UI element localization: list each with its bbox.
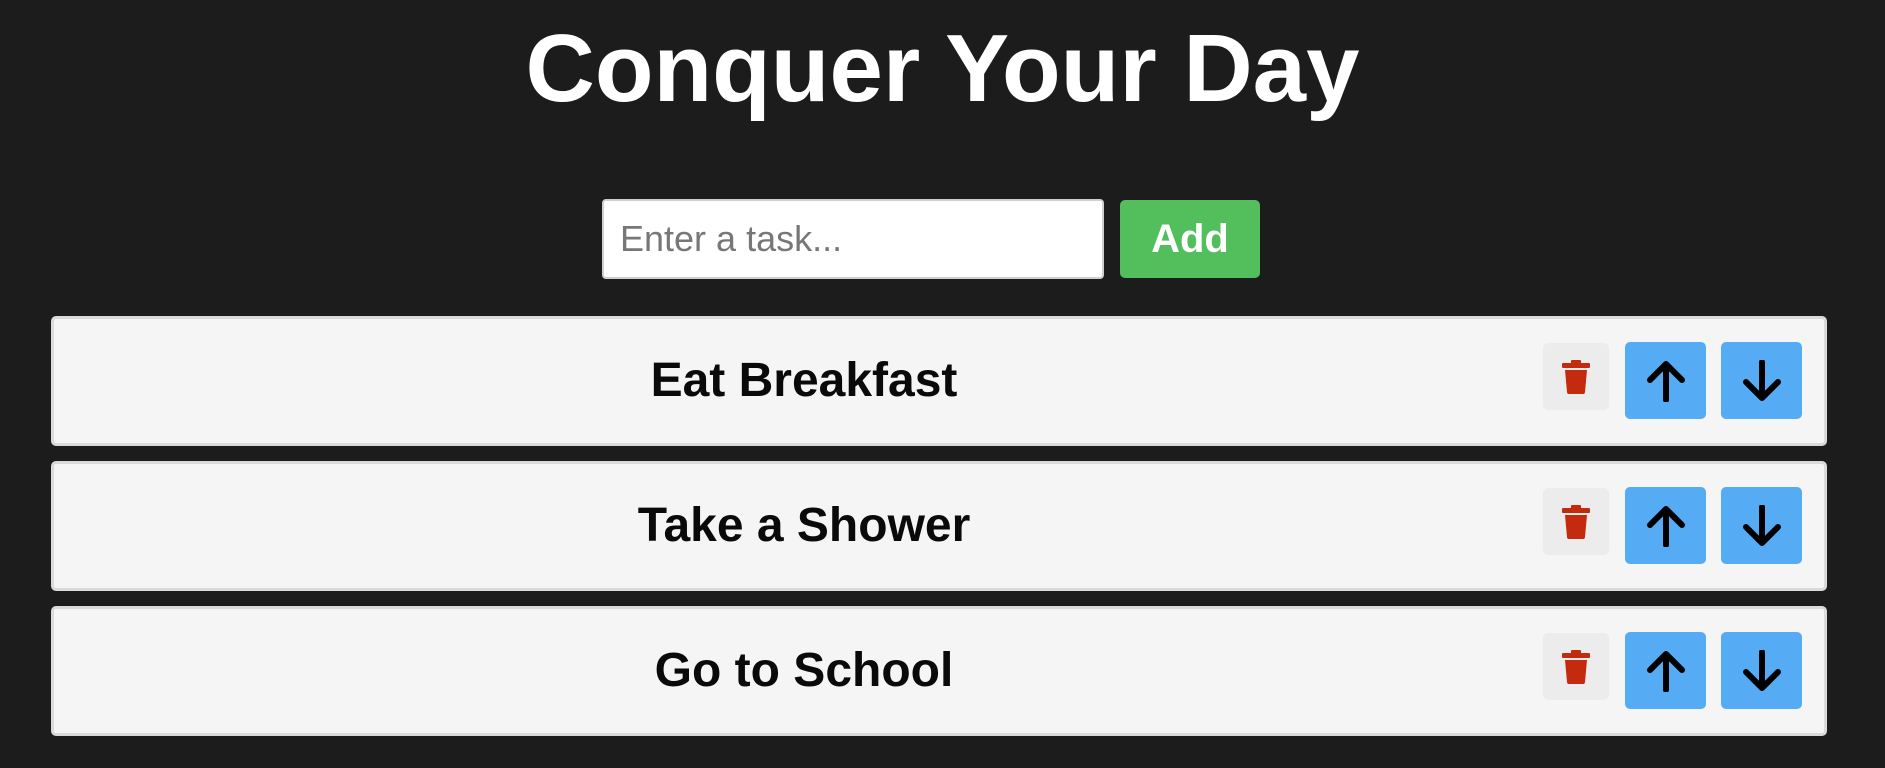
task-list: Eat Breakfast Take a Shower Go to School: [51, 316, 1827, 751]
task-item: Eat Breakfast: [51, 316, 1827, 446]
move-up-button[interactable]: [1625, 487, 1706, 564]
trash-icon: [1562, 359, 1590, 394]
delete-button[interactable]: [1543, 488, 1609, 555]
task-item: Take a Shower: [51, 461, 1827, 591]
arrow-down-icon: [1742, 359, 1782, 402]
arrow-up-icon: [1646, 360, 1686, 402]
task-input[interactable]: [602, 199, 1104, 279]
task-item: Go to School: [51, 606, 1827, 736]
arrow-down-icon: [1742, 504, 1782, 547]
move-down-button[interactable]: [1721, 487, 1802, 564]
move-up-button[interactable]: [1625, 342, 1706, 419]
arrow-up-icon: [1646, 505, 1686, 547]
delete-button[interactable]: [1543, 633, 1609, 700]
delete-button[interactable]: [1543, 343, 1609, 410]
arrow-down-icon: [1742, 649, 1782, 692]
trash-icon: [1562, 504, 1590, 539]
move-up-button[interactable]: [1625, 632, 1706, 709]
page-title: Conquer Your Day: [525, 15, 1360, 122]
move-down-button[interactable]: [1721, 342, 1802, 419]
add-button[interactable]: Add: [1120, 200, 1260, 278]
task-label: Go to School: [654, 644, 954, 697]
task-label: Eat Breakfast: [650, 354, 958, 407]
task-label: Take a Shower: [637, 499, 971, 552]
move-down-button[interactable]: [1721, 632, 1802, 709]
trash-icon: [1562, 649, 1590, 684]
arrow-up-icon: [1646, 650, 1686, 692]
